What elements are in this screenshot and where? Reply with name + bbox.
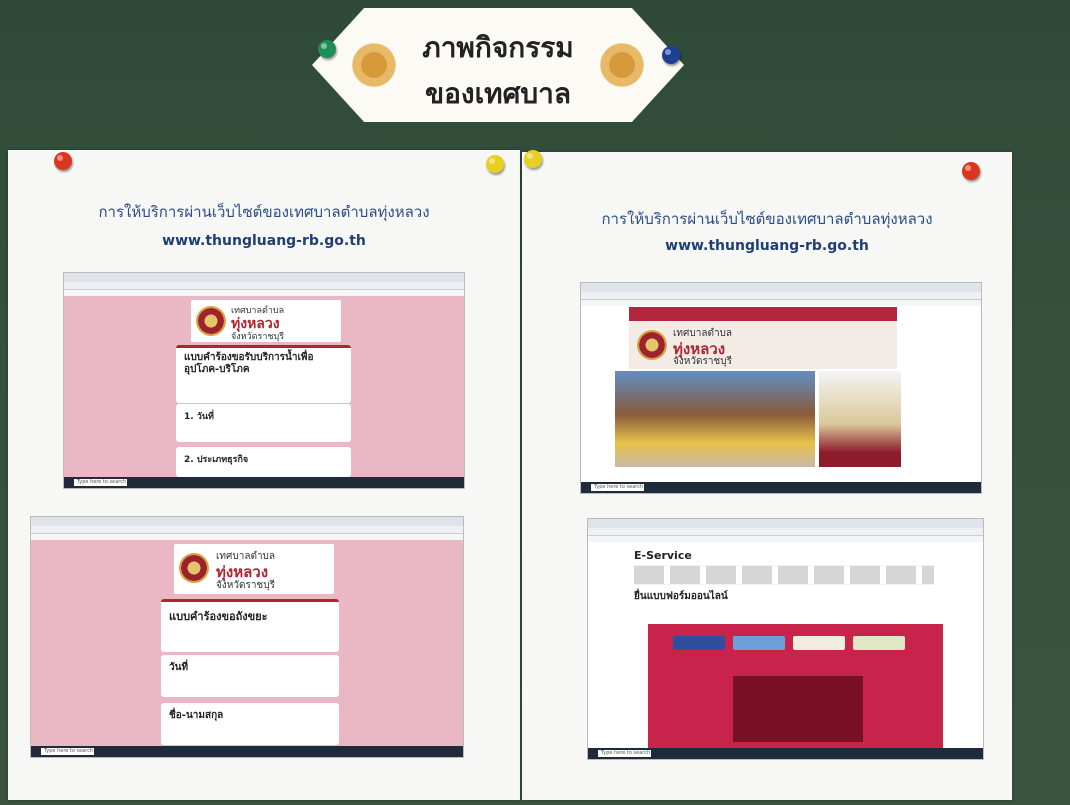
- activity-photo: [615, 371, 815, 467]
- visitor-stats-table: [733, 676, 863, 742]
- form-header-card: แบบคำร้องขอถังขยะ: [161, 599, 339, 652]
- partner-button-3[interactable]: [793, 636, 845, 650]
- site-nav-bar[interactable]: [629, 307, 897, 321]
- question-card-1[interactable]: 1. วันที่: [176, 404, 351, 442]
- poster-left: การให้บริการผ่านเว็บไซต์ของเทศบาลตำบลทุ่…: [8, 150, 520, 800]
- screenshot-bin-form: เทศบาลตำบล ทุ่งหลวง จังหวัดราชบุรี แบบคำ…: [30, 516, 464, 758]
- stats-panel: [648, 624, 943, 748]
- form-header-card: แบบคำร้องขอรับบริการน้ำเพื่ออุปโภค-บริโภ…: [176, 345, 351, 403]
- red-pin-right: [962, 162, 980, 180]
- windows-taskbar: Type here to search: [581, 482, 981, 493]
- eservice-heading: E-Service: [634, 549, 692, 562]
- green-pin: [318, 40, 336, 58]
- mayor-portrait: [819, 371, 901, 467]
- partner-button-4[interactable]: [853, 636, 905, 650]
- header-sign: ภาพกิจกรรม ของเทศบาล: [312, 8, 684, 122]
- question-card-2[interactable]: ชื่อ-นามสกุล: [161, 703, 339, 745]
- red-pin-left: [54, 152, 72, 170]
- poster-title: การให้บริการผ่านเว็บไซต์ของเทศบาลตำบลทุ่…: [601, 210, 933, 228]
- blue-pin: [662, 46, 680, 64]
- windows-taskbar: Type here to search: [64, 477, 464, 488]
- partner-button-1[interactable]: [673, 636, 725, 650]
- question-card-2[interactable]: 2. ประเภทธุรกิจ: [176, 447, 351, 477]
- yellow-pin-1: [486, 155, 504, 173]
- municipal-seal-icon: [179, 553, 209, 583]
- yellow-pin-2: [524, 150, 542, 168]
- sign-line-1: ภาพกิจกรรม: [422, 31, 574, 64]
- partner-button-2[interactable]: [733, 636, 785, 650]
- service-links[interactable]: [634, 565, 934, 585]
- windows-taskbar: Type here to search: [588, 748, 983, 759]
- screenshot-eservice: E-Service ยื่นแบบฟอร์มออนไลน์ Type here …: [587, 518, 984, 760]
- screenshot-water-form: เทศบาลตำบล ทุ่งหลวง จังหวัดราชบุรี แบบคำ…: [63, 272, 465, 489]
- windows-taskbar: Type here to search: [31, 746, 463, 757]
- poster-right: การให้บริการผ่านเว็บไซต์ของเทศบาลตำบลทุ่…: [522, 152, 1012, 800]
- online-form-heading: ยื่นแบบฟอร์มออนไลน์: [634, 591, 728, 602]
- poster-url: www.thungluang-rb.go.th: [162, 233, 366, 249]
- municipal-seal-icon: [637, 330, 667, 360]
- screenshot-homepage: เทศบาลตำบล ทุ่งหลวง จังหวัดราชบุรี Type …: [580, 282, 982, 494]
- municipal-seal-icon: [196, 306, 226, 336]
- sign-line-2: ของเทศบาล: [424, 77, 572, 110]
- question-card-1[interactable]: วันที่: [161, 655, 339, 697]
- poster-title: การให้บริการผ่านเว็บไซต์ของเทศบาลตำบลทุ่…: [98, 203, 430, 221]
- poster-url: www.thungluang-rb.go.th: [665, 238, 869, 254]
